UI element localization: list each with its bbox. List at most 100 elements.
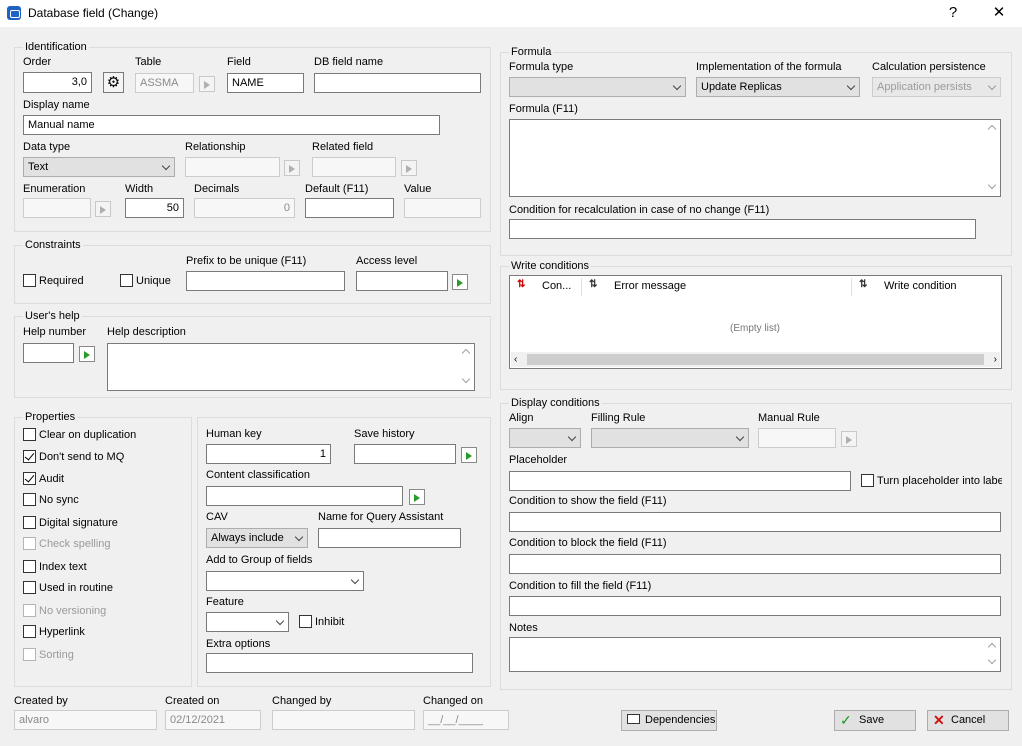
recalc-label: Condition for recalculation in case of n…: [509, 204, 770, 216]
implementation-select[interactable]: Update Replicas: [696, 77, 860, 97]
help-button[interactable]: ?: [940, 3, 966, 23]
required-checkbox[interactable]: [23, 274, 36, 287]
content-classification-input[interactable]: [206, 486, 403, 506]
prefix-input[interactable]: [186, 271, 345, 291]
save-history-lookup-icon[interactable]: [461, 447, 477, 463]
column-header-error-message[interactable]: Error message: [614, 280, 686, 292]
recalc-input[interactable]: [509, 219, 976, 239]
dbfield-input[interactable]: [314, 73, 481, 93]
cav-select[interactable]: Always include: [206, 528, 308, 548]
index-text-checkbox[interactable]: [23, 560, 36, 573]
block-condition-label: Condition to block the field (F11): [509, 537, 667, 549]
filling-rule-select[interactable]: [591, 428, 749, 448]
inhibit-checkbox[interactable]: [299, 615, 312, 628]
query-assistant-input[interactable]: [318, 528, 461, 548]
save-label: Save: [859, 714, 885, 726]
show-condition-input[interactable]: [509, 512, 1001, 532]
formula-type-select[interactable]: [509, 77, 686, 97]
enumeration-lookup-icon: [95, 201, 111, 217]
help-description-textarea[interactable]: [107, 343, 475, 391]
write-conditions-grid[interactable]: ⇅ Con... ⇅ Error message ⇅ Write conditi…: [509, 275, 1002, 369]
scroll-left-icon[interactable]: ‹: [514, 354, 517, 365]
notes-scrollbar[interactable]: [984, 638, 1000, 671]
dont-send-to-mq-checkbox[interactable]: [23, 450, 36, 463]
chevron-down-icon: [275, 616, 285, 626]
access-level-lookup-icon[interactable]: [452, 274, 468, 290]
scroll-right-icon[interactable]: ›: [994, 354, 997, 365]
property-label: Hyperlink: [39, 626, 85, 638]
gear-icon[interactable]: ⚙: [103, 72, 124, 93]
value-label: Value: [404, 183, 432, 195]
default-input[interactable]: [305, 198, 394, 218]
data-type-select[interactable]: Text: [23, 157, 175, 177]
formula-textarea[interactable]: [509, 119, 1001, 197]
hyperlink-checkbox[interactable]: [23, 625, 36, 638]
enumeration-input: [23, 198, 91, 218]
field-input[interactable]: NAME: [227, 73, 304, 93]
extra-options-input[interactable]: [206, 653, 473, 673]
close-button[interactable]: ✕: [986, 3, 1012, 23]
scroll-down-icon: [987, 180, 997, 190]
chevron-down-icon: [987, 81, 997, 91]
property-label: Audit: [39, 473, 65, 485]
relationship-lookup-icon: [284, 160, 300, 176]
manual-rule-input: [758, 428, 836, 448]
notes-textarea[interactable]: [509, 637, 1001, 672]
unique-checkbox[interactable]: [120, 274, 133, 287]
save-button[interactable]: ✓ Save: [834, 710, 916, 731]
order-label: Order: [23, 56, 52, 68]
help-number-input[interactable]: [23, 343, 74, 363]
property-label: Index text: [39, 561, 87, 573]
related-field-lookup-icon: [401, 160, 417, 176]
sort-icon[interactable]: ⇅: [859, 279, 867, 290]
sort-icon[interactable]: ⇅: [589, 279, 597, 290]
feature-select[interactable]: [206, 612, 289, 632]
block-condition-input[interactable]: [509, 554, 1001, 574]
help-description-scrollbar[interactable]: [458, 344, 474, 390]
scroll-thumb[interactable]: [527, 354, 984, 365]
changed-on-input: __/__/____: [423, 710, 509, 730]
sort-icon[interactable]: ⇅: [517, 279, 525, 290]
access-level-input[interactable]: [356, 271, 448, 291]
data-type-value: Text: [28, 161, 49, 173]
digital-signature-checkbox[interactable]: [23, 516, 36, 529]
column-header-condition[interactable]: Con...: [542, 280, 571, 292]
cancel-button[interactable]: ✕ Cancel: [927, 710, 1009, 731]
dependencies-button[interactable]: Dependencies: [621, 710, 717, 731]
default-label: Default (F11): [305, 183, 369, 195]
changed-by-label: Changed by: [272, 695, 332, 707]
content-classification-label: Content classification: [206, 469, 310, 481]
display-conditions-group-label: Display conditions: [509, 397, 602, 409]
write-conditions-hscroll[interactable]: ‹ ›: [511, 352, 1000, 367]
display-name-input[interactable]: Manual name: [23, 115, 440, 135]
align-select[interactable]: [509, 428, 581, 448]
table-lookup-icon: [199, 76, 215, 92]
field-label: Field: [227, 56, 251, 68]
window-title: Database field (Change): [28, 6, 159, 20]
used-in-routine-checkbox[interactable]: [23, 581, 36, 594]
order-input[interactable]: 3,0: [23, 72, 92, 93]
empty-list-text: (Empty list): [730, 323, 780, 334]
prefix-label: Prefix to be unique (F11): [186, 255, 307, 267]
no-sync-checkbox[interactable]: [23, 493, 36, 506]
formula-scrollbar[interactable]: [984, 120, 1000, 196]
add-group-select[interactable]: [206, 571, 364, 591]
help-number-lookup-icon[interactable]: [79, 346, 95, 362]
fill-condition-input[interactable]: [509, 596, 1001, 616]
audit-checkbox[interactable]: [23, 472, 36, 485]
chevron-down-icon: [567, 432, 577, 442]
human-key-input[interactable]: 1: [206, 444, 331, 464]
window-icon: [627, 714, 640, 724]
add-group-label: Add to Group of fields: [206, 554, 313, 566]
save-history-input[interactable]: [354, 444, 456, 464]
turn-placeholder-checkbox[interactable]: [861, 474, 874, 487]
placeholder-input[interactable]: [509, 471, 851, 491]
check-spelling-checkbox: [23, 537, 36, 550]
width-input[interactable]: 50: [125, 198, 184, 218]
column-header-write-condition[interactable]: Write condition: [884, 280, 957, 292]
created-by-input: alvaro: [14, 710, 157, 730]
content-classification-lookup-icon[interactable]: [409, 489, 425, 505]
no-versioning-checkbox: [23, 604, 36, 617]
clear-on-duplication-checkbox[interactable]: [23, 428, 36, 441]
created-on-input: 02/12/2021: [165, 710, 261, 730]
